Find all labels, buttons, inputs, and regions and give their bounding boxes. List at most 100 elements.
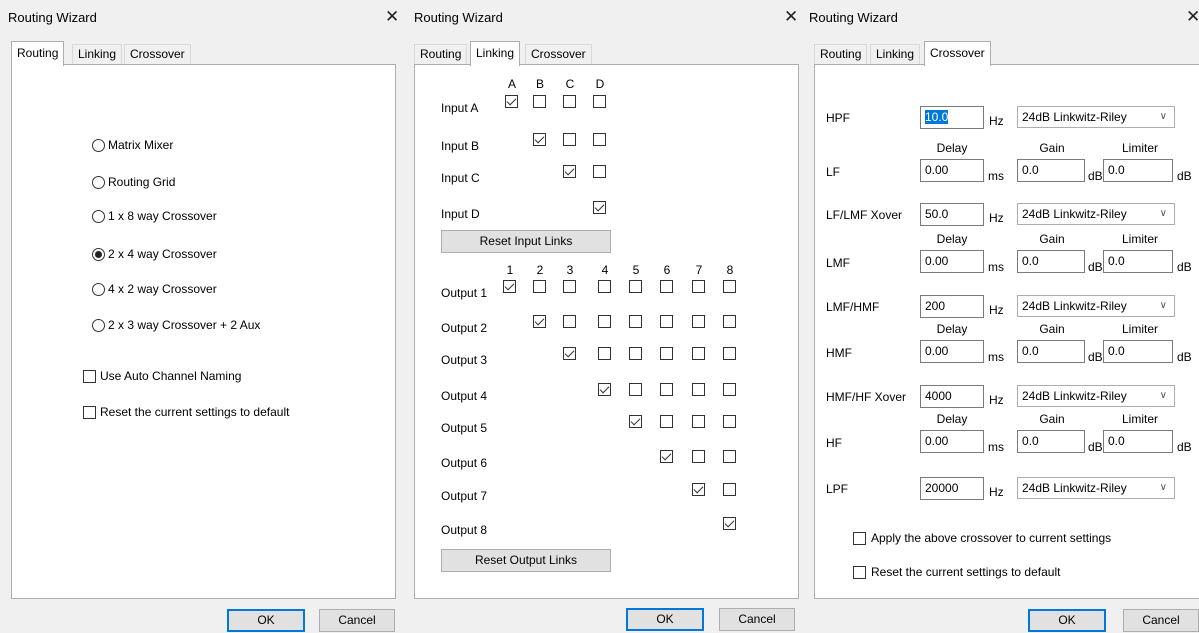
output-link-checkbox[interactable] — [723, 347, 736, 360]
cancel-button[interactable]: Cancel — [1123, 609, 1199, 632]
reset-input-links-button[interactable]: Reset Input Links — [441, 230, 611, 253]
output-link-checkbox[interactable] — [629, 315, 642, 328]
ok-button[interactable]: OK — [626, 608, 704, 631]
reset-default-checkbox[interactable] — [853, 566, 866, 579]
apply-crossover-checkbox[interactable] — [853, 532, 866, 545]
output-link-checkbox[interactable] — [692, 315, 705, 328]
output-link-checkbox[interactable] — [598, 315, 611, 328]
tab-crossover[interactable]: Crossover — [124, 44, 191, 65]
output-link-checkbox[interactable] — [598, 383, 611, 396]
frequency-input[interactable]: 200 — [920, 295, 984, 318]
output-link-checkbox[interactable] — [660, 415, 673, 428]
slope-dropdown[interactable]: 24dB Linkwitz-Riley ∨ — [1017, 203, 1175, 225]
output-link-checkbox[interactable] — [563, 315, 576, 328]
slope-dropdown[interactable]: 24dB Linkwitz-Riley ∨ — [1017, 477, 1175, 499]
close-icon[interactable]: ✕ — [1186, 8, 1199, 25]
radio-2x4-crossover[interactable] — [92, 248, 105, 261]
limiter-input[interactable]: 0.0 — [1103, 430, 1173, 453]
output-link-checkbox[interactable] — [692, 280, 705, 293]
output-link-checkbox[interactable] — [660, 280, 673, 293]
tab-linking[interactable]: Linking — [470, 41, 521, 66]
output-link-checkbox[interactable] — [723, 415, 736, 428]
output-link-checkbox[interactable] — [598, 347, 611, 360]
input-link-checkbox[interactable] — [593, 201, 606, 214]
output-link-checkbox[interactable] — [660, 347, 673, 360]
output-link-checkbox[interactable] — [563, 280, 576, 293]
limiter-input[interactable]: 0.0 — [1103, 159, 1173, 182]
output-link-checkbox[interactable] — [723, 280, 736, 293]
input-link-checkbox[interactable] — [593, 95, 606, 108]
limiter-input[interactable]: 0.0 — [1103, 250, 1173, 273]
output-row-label: Output 6 — [441, 456, 488, 470]
radio-matrix-mixer[interactable] — [92, 139, 105, 152]
radio-1x8-crossover[interactable] — [92, 210, 105, 223]
cancel-button[interactable]: Cancel — [319, 609, 395, 632]
output-link-checkbox[interactable] — [723, 315, 736, 328]
delay-input[interactable]: 0.00 — [920, 340, 984, 363]
output-link-checkbox[interactable] — [629, 415, 642, 428]
reset-output-links-button[interactable]: Reset Output Links — [441, 549, 611, 572]
auto-naming-checkbox[interactable] — [83, 370, 96, 383]
output-link-checkbox[interactable] — [629, 280, 642, 293]
frequency-input[interactable]: 10.0 — [920, 106, 984, 129]
gain-input[interactable]: 0.0 — [1017, 250, 1085, 273]
slope-dropdown[interactable]: 24dB Linkwitz-Riley ∨ — [1017, 295, 1175, 317]
output-link-checkbox[interactable] — [629, 347, 642, 360]
input-link-checkbox[interactable] — [533, 133, 546, 146]
radio-routing-grid[interactable] — [92, 176, 105, 189]
input-link-checkbox[interactable] — [533, 95, 546, 108]
output-link-checkbox[interactable] — [723, 383, 736, 396]
output-link-checkbox[interactable] — [692, 383, 705, 396]
gain-header: Gain — [1039, 141, 1065, 155]
input-link-checkbox[interactable] — [563, 165, 576, 178]
tab-crossover[interactable]: Crossover — [525, 44, 592, 65]
slope-dropdown[interactable]: 24dB Linkwitz-Riley ∨ — [1017, 106, 1175, 128]
output-link-checkbox[interactable] — [692, 415, 705, 428]
frequency-input[interactable]: 20000 — [920, 477, 984, 500]
output-link-checkbox[interactable] — [503, 280, 516, 293]
cancel-button[interactable]: Cancel — [719, 608, 795, 631]
output-link-checkbox[interactable] — [723, 483, 736, 496]
output-link-checkbox[interactable] — [563, 347, 576, 360]
output-link-checkbox[interactable] — [692, 483, 705, 496]
output-link-checkbox[interactable] — [723, 517, 736, 530]
input-link-checkbox[interactable] — [563, 133, 576, 146]
delay-input[interactable]: 0.00 — [920, 430, 984, 453]
output-link-checkbox[interactable] — [692, 347, 705, 360]
delay-input[interactable]: 0.00 — [920, 159, 984, 182]
tab-routing[interactable]: Routing — [11, 41, 65, 66]
input-link-checkbox[interactable] — [593, 133, 606, 146]
input-link-checkbox[interactable] — [505, 95, 518, 108]
output-link-checkbox[interactable] — [660, 450, 673, 463]
tab-linking[interactable]: Linking — [72, 44, 123, 65]
frequency-input[interactable]: 4000 — [920, 385, 984, 408]
radio-2x3-crossover-aux[interactable] — [92, 319, 105, 332]
output-link-checkbox[interactable] — [629, 383, 642, 396]
limiter-input[interactable]: 0.0 — [1103, 340, 1173, 363]
ok-button[interactable]: OK — [1028, 609, 1106, 632]
input-link-checkbox[interactable] — [563, 95, 576, 108]
frequency-input[interactable]: 50.0 — [920, 203, 984, 226]
output-link-checkbox[interactable] — [723, 450, 736, 463]
gain-input[interactable]: 0.0 — [1017, 430, 1085, 453]
slope-dropdown[interactable]: 24dB Linkwitz-Riley ∨ — [1017, 385, 1175, 407]
gain-input[interactable]: 0.0 — [1017, 159, 1085, 182]
tab-linking[interactable]: Linking — [870, 44, 921, 65]
reset-default-checkbox[interactable] — [83, 406, 96, 419]
radio-4x2-crossover[interactable] — [92, 283, 105, 296]
output-link-checkbox[interactable] — [533, 280, 546, 293]
delay-input[interactable]: 0.00 — [920, 250, 984, 273]
gain-input[interactable]: 0.0 — [1017, 340, 1085, 363]
output-link-checkbox[interactable] — [533, 315, 546, 328]
tab-routing[interactable]: Routing — [814, 44, 868, 65]
ok-button[interactable]: OK — [227, 609, 305, 632]
output-link-checkbox[interactable] — [692, 450, 705, 463]
close-icon[interactable]: ✕ — [385, 8, 399, 25]
output-link-checkbox[interactable] — [660, 383, 673, 396]
tab-crossover[interactable]: Crossover — [924, 41, 991, 66]
tab-routing[interactable]: Routing — [414, 44, 468, 65]
input-link-checkbox[interactable] — [593, 165, 606, 178]
close-icon[interactable]: ✕ — [784, 8, 798, 25]
output-link-checkbox[interactable] — [660, 315, 673, 328]
output-link-checkbox[interactable] — [598, 280, 611, 293]
